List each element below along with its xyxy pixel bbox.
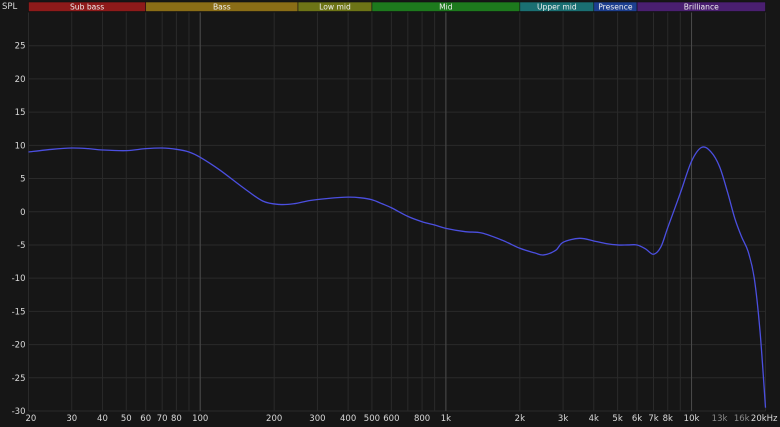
y-tick-label: 0 [20,208,25,218]
x-tick-label: 6k [632,414,642,423]
x-tick-label: 10k [684,414,700,423]
y-tick-label: 15 [15,108,26,118]
band-label: Low mid [319,3,351,12]
x-tick-label: 60 [140,414,151,423]
x-tick-label: 40 [97,414,108,423]
y-tick-label: 5 [20,175,25,185]
x-tick-label: 7k [648,414,658,423]
x-tick-label: 13k [712,414,728,423]
y-tick-label: 25 [15,42,26,52]
x-tick-label: 3k [558,414,568,423]
y-tick-label: 10 [15,141,26,151]
x-tick-label: 16k [734,414,750,423]
band-label: Mid [439,3,453,12]
x-tick-label: 800 [414,414,430,423]
x-tick-label: 30 [66,414,77,423]
x-tick-label: 200 [266,414,282,423]
x-tick-label: 70 [157,414,168,423]
y-tick-label: -15 [12,307,26,317]
band-label: Sub bass [70,3,104,12]
band-label: Brilliance [684,3,719,12]
x-tick-label: 4k [589,414,599,423]
y-tick-label: -10 [12,274,26,284]
y-tick-label: -30 [12,407,26,417]
frequency-band-bar: Sub bass Bass Low mid Mid Upper mid Presence B… [28,1,766,12]
band-label: Bass [213,3,231,12]
x-tick-label: 50 [121,414,132,423]
y-tick-label: -25 [12,374,26,384]
y-tick-label: -20 [12,341,26,351]
band-label: Upper mid [537,3,577,12]
x-tick-label: 20kHz [751,414,778,423]
x-tick-label: 20 [26,414,37,423]
x-tick-label: 2k [515,414,525,423]
chart-svg: Sub bass Bass Low mid Mid Upper mid Presence B… [0,0,780,424]
x-tick-label: 8k [663,414,673,423]
x-tick-label: 600 [383,414,399,423]
frequency-response-chart: Sub bass Bass Low mid Mid Upper mid Presence B… [0,0,780,424]
x-tick-label: 100 [192,414,208,423]
y-axis-label: SPL [2,2,18,12]
band-label: Presence [598,3,633,12]
x-tick-label: 1k [441,414,451,423]
y-tick-label: -5 [17,241,25,251]
x-tick-label: 80 [171,414,182,423]
x-tick-label: 300 [309,414,325,423]
x-tick-label: 5k [612,414,622,423]
y-tick-label: 20 [15,75,26,85]
x-tick-label: 400 [340,414,356,423]
x-tick-label: 500 [364,414,380,423]
